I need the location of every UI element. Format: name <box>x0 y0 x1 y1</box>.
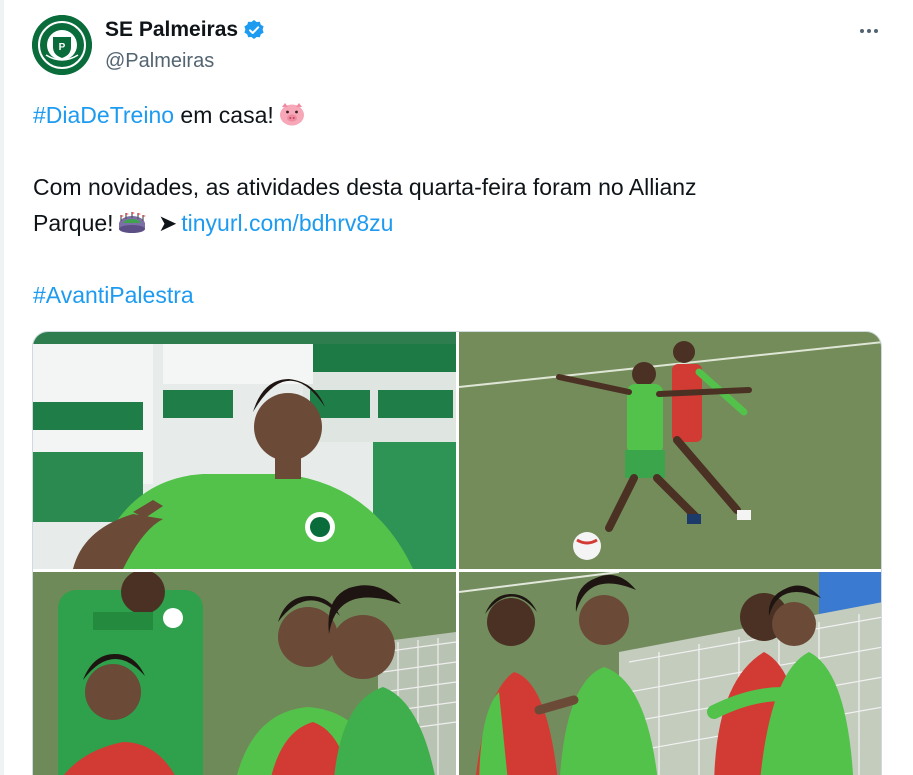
more-horizontal-icon <box>860 29 864 33</box>
tweet-line-3: Parque! ➤ tinyurl.com/bdhrv8zu <box>33 207 873 239</box>
stadium-emoji-icon <box>118 209 146 235</box>
tweet-line-4: #AvantiPalestra <box>33 279 873 311</box>
photo-players-laughing-icon <box>33 572 456 775</box>
url-link[interactable]: tinyurl.com/bdhrv8zu <box>181 210 393 236</box>
author-name-row: SE Palmeiras <box>105 16 265 44</box>
handle[interactable]: @Palmeiras <box>105 47 214 75</box>
tweet-text: Com novidades, as atividades desta quart… <box>33 174 697 200</box>
photo-players-ball-icon <box>459 332 881 569</box>
more-options-button[interactable] <box>852 14 886 48</box>
tweet-line-1: #DiaDeTreino em casa! <box>33 99 873 131</box>
avatar[interactable]: P <box>32 15 92 75</box>
photo-3[interactable] <box>33 572 456 775</box>
hashtag-link[interactable]: #DiaDeTreino <box>33 102 174 128</box>
hashtag-link[interactable]: #AvantiPalestra <box>33 282 194 308</box>
photo-1[interactable] <box>33 332 456 569</box>
verified-badge-icon <box>243 19 265 41</box>
tweet-text: em casa! <box>174 102 274 128</box>
photo-4[interactable] <box>459 572 881 775</box>
photo-2[interactable] <box>459 332 881 569</box>
display-name[interactable]: SE Palmeiras <box>105 16 238 44</box>
media-grid <box>32 331 882 775</box>
tweet-text: Parque! <box>33 210 114 236</box>
photo-players-hug-icon <box>459 572 881 775</box>
more-dot <box>874 29 878 33</box>
pig-face-emoji-icon <box>278 101 306 127</box>
arrow-icon: ➤ <box>157 210 178 236</box>
more-dot <box>867 29 871 33</box>
palmeiras-crest-icon: P <box>32 15 92 75</box>
tweet-line-2: Com novidades, as atividades desta quart… <box>33 171 873 203</box>
tweet: P SE Palmeiras @Palmeiras #DiaDeTreino e… <box>0 0 913 775</box>
svg-text:P: P <box>59 42 66 53</box>
photo-player-bench-icon <box>33 332 456 569</box>
